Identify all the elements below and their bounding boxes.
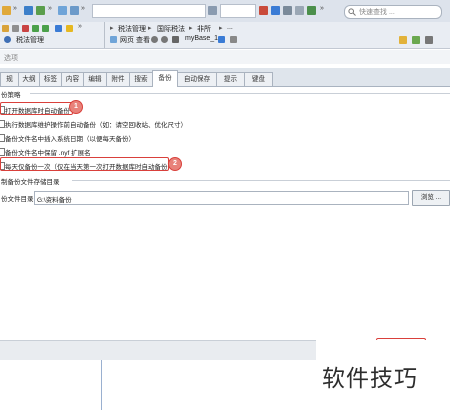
pane-splitter[interactable] (101, 360, 102, 410)
tab-labels[interactable]: 标签 (39, 72, 62, 86)
toolbar-overflow-left[interactable]: » (13, 5, 17, 12)
tree-item-label[interactable]: 税法管理 (16, 35, 44, 45)
database-name[interactable]: myBase_1 (185, 35, 218, 42)
highlight-box-1 (0, 102, 73, 115)
size-dropdown[interactable] (220, 4, 256, 18)
tab-content[interactable]: 内容 (61, 72, 84, 86)
address-item-2[interactable]: 国际税法 (157, 24, 185, 34)
address-item-1[interactable]: 税法管理 (118, 24, 146, 34)
tab-search[interactable]: 搜索 (129, 72, 153, 86)
search-icon (348, 8, 356, 16)
group-divider (30, 93, 450, 94)
folder-icon[interactable] (2, 6, 11, 15)
keep-nyf-extension-label[interactable]: 备份文件名中保留 .nyf 扩展名 (5, 147, 91, 157)
settings-icon[interactable] (230, 36, 237, 43)
edit-note-icon[interactable] (399, 36, 407, 44)
forward-nav-icon[interactable] (161, 36, 168, 43)
group-divider-2 (72, 180, 450, 181)
address-item-3[interactable]: 非所 (197, 24, 211, 34)
delete-icon[interactable] (22, 25, 29, 32)
view-icon[interactable] (70, 6, 79, 15)
backup-dir-input[interactable]: G:\资料备份 (34, 191, 409, 205)
step-badge-2: 2 (168, 157, 182, 171)
address-arrow-3: ▸ (189, 25, 193, 32)
main-toolbar: » » » » 快速查找 ... (0, 0, 450, 23)
address-arrow-2: ▸ (148, 25, 152, 32)
star-icon[interactable] (66, 25, 73, 32)
tab-keyboard[interactable]: 键盘 (244, 72, 273, 86)
quick-search-placeholder: 快速查找 ... (359, 9, 395, 16)
tab-attachments[interactable]: 附件 (106, 72, 130, 86)
watermark-text: 软件技巧 (322, 366, 418, 392)
book-icon (4, 36, 11, 43)
list-icon[interactable] (58, 6, 67, 15)
align-icon[interactable] (283, 6, 292, 15)
address-arrow-4: ▸ (219, 25, 223, 32)
backup-dir-label: 份文件目录 (1, 196, 34, 203)
watermark-overlay: 软件技巧 (316, 340, 450, 410)
layout-icon[interactable] (425, 36, 433, 44)
options-title-bar: 选项 (0, 50, 450, 64)
grid-icon[interactable] (36, 6, 45, 15)
browser-icon[interactable] (110, 36, 117, 43)
tab-autosave[interactable]: 自动保存 (177, 72, 217, 86)
up-arrow-icon[interactable] (32, 25, 39, 32)
backup-strategy-heading: 份策略 (1, 92, 21, 99)
navigation-toolbar: » 税法管理 ▸ 税法管理 ▸ 国际税法 ▸ 非所 ▸ ... 网页 查看 my… (0, 22, 450, 49)
address-arrow-1: ▸ (110, 25, 114, 32)
tab-outline[interactable]: 大纲 (18, 72, 40, 86)
font-color-icon[interactable] (259, 6, 268, 15)
browse-button[interactable]: 浏览 ... (412, 190, 450, 206)
font-dropdown[interactable] (92, 4, 206, 18)
database-icon[interactable] (218, 36, 225, 43)
toolbar-overflow-2[interactable]: » (48, 5, 52, 12)
address-ellipsis[interactable]: ... (227, 24, 233, 31)
toolbar-overflow-5[interactable]: » (78, 23, 82, 30)
options-title: 选项 (4, 55, 18, 62)
bold-icon[interactable] (271, 6, 280, 15)
forward-icon[interactable] (55, 25, 62, 32)
save-icon[interactable] (24, 6, 33, 15)
view-menu-label[interactable]: 网页 查看 (120, 35, 150, 45)
step-badge-1: 1 (69, 100, 83, 114)
backup-before-maintenance-label[interactable]: 执行数据库维护操作前自动备份（如：请空回收站、优化尺寸） (5, 119, 187, 129)
down-arrow-icon[interactable] (42, 25, 49, 32)
backup-dir-heading: 制备份文件存储目录 (1, 179, 60, 186)
tab-editor[interactable]: 编辑 (83, 72, 107, 86)
highlight-box-2 (0, 157, 169, 171)
tab-hints[interactable]: 提示 (216, 72, 245, 86)
toolbar-divider (104, 22, 105, 48)
toolbar-overflow-4[interactable]: » (320, 5, 324, 12)
tag-icon[interactable] (412, 36, 420, 44)
backup-dir-value: G:\资料备份 (37, 197, 72, 204)
tab-general[interactable]: 规 (0, 72, 19, 86)
toolbar-overflow-3[interactable]: » (81, 5, 85, 12)
format-icon[interactable] (295, 6, 304, 15)
insert-date-label[interactable]: 备份文件名中插入系统日期（以便每天备份） (5, 133, 135, 143)
print-icon[interactable] (172, 36, 179, 43)
text-size-icon[interactable] (208, 6, 217, 15)
quick-search-input[interactable]: 快速查找 ... (344, 5, 442, 19)
table-icon[interactable] (307, 6, 316, 15)
copy-icon[interactable] (12, 25, 19, 32)
back-icon[interactable] (151, 36, 158, 43)
tab-backup[interactable]: 备份 (152, 70, 178, 87)
new-icon[interactable] (2, 25, 9, 32)
